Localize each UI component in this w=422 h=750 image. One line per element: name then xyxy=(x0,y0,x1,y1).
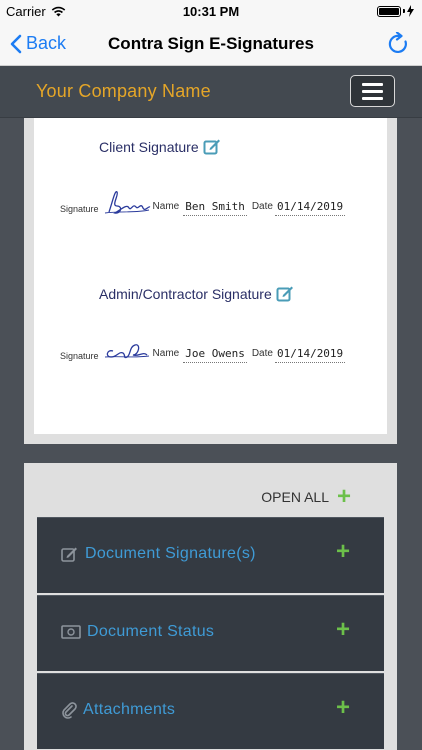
admin-name-value: Joe Owens xyxy=(183,347,247,363)
open-all-button[interactable]: OPEN ALL + xyxy=(261,485,351,509)
admin-signature-line: Signature Name Joe Owens Date 01/14/2019 xyxy=(60,333,346,367)
edit-client-signature-icon[interactable] xyxy=(203,138,221,156)
expand-plus-icon[interactable]: + xyxy=(336,696,350,720)
company-header: Your Company Name xyxy=(0,66,422,118)
charging-icon xyxy=(407,5,414,17)
admin-date-label: Date xyxy=(251,348,273,359)
section-label: Attachments xyxy=(83,701,176,718)
hamburger-icon-bar xyxy=(362,89,383,93)
hamburger-icon-bar xyxy=(362,96,383,100)
signature-document: Client Signature Signature Name Ben Smit… xyxy=(34,118,387,434)
section-attachments[interactable]: Attachments + xyxy=(37,673,384,749)
client-signature-line: Signature Name Ben Smith Date 01/14/2019 xyxy=(60,186,346,220)
section-label: Document Signature(s) xyxy=(85,545,256,562)
money-icon xyxy=(61,625,81,639)
open-all-label: OPEN ALL xyxy=(261,489,329,505)
hamburger-menu-button[interactable] xyxy=(350,75,395,107)
admin-signature-label: Signature xyxy=(60,351,99,361)
clock: 10:31 PM xyxy=(182,4,240,19)
refresh-icon xyxy=(388,31,407,53)
admin-signature-heading: Admin/Contractor Signature xyxy=(99,285,294,303)
section-document-signatures[interactable]: Document Signature(s) + xyxy=(37,517,384,593)
sections-panel: OPEN ALL + Document Signature(s) + Docum… xyxy=(24,463,397,750)
edit-icon xyxy=(61,547,77,562)
status-bar: Carrier 10:31 PM xyxy=(0,0,422,24)
company-name: Your Company Name xyxy=(36,81,211,101)
expand-plus-icon[interactable]: + xyxy=(336,618,350,642)
client-name-value: Ben Smith xyxy=(183,200,247,216)
battery-indicator xyxy=(377,5,414,17)
client-date-label: Date xyxy=(251,201,273,212)
hamburger-icon-bar xyxy=(362,82,383,86)
client-signature-image[interactable] xyxy=(99,186,151,220)
edit-admin-signature-icon[interactable] xyxy=(276,285,294,303)
navigation-bar: Back Contra Sign E-Signatures xyxy=(0,24,422,66)
admin-date-value: 01/14/2019 xyxy=(274,347,346,363)
page-title: Contra Sign E-Signatures xyxy=(108,34,314,53)
admin-signature-image[interactable] xyxy=(99,333,151,367)
paperclip-icon xyxy=(62,702,77,719)
client-name-label: Name xyxy=(152,201,180,212)
expand-plus-icon[interactable]: + xyxy=(336,540,350,564)
client-signature-heading: Client Signature xyxy=(99,138,221,156)
client-date-value: 01/14/2019 xyxy=(274,200,346,216)
battery-icon xyxy=(377,5,401,17)
client-signature-title: Client Signature xyxy=(99,139,199,155)
admin-name-label: Name xyxy=(152,348,180,359)
section-label: Document Status xyxy=(87,623,215,640)
section-document-status[interactable]: Document Status + xyxy=(37,595,384,671)
client-signature-label: Signature xyxy=(60,204,99,214)
plus-icon: + xyxy=(336,483,351,510)
signature-panel: Client Signature Signature Name Ben Smit… xyxy=(24,118,397,444)
refresh-button[interactable] xyxy=(388,31,410,61)
admin-signature-title: Admin/Contractor Signature xyxy=(99,286,272,302)
